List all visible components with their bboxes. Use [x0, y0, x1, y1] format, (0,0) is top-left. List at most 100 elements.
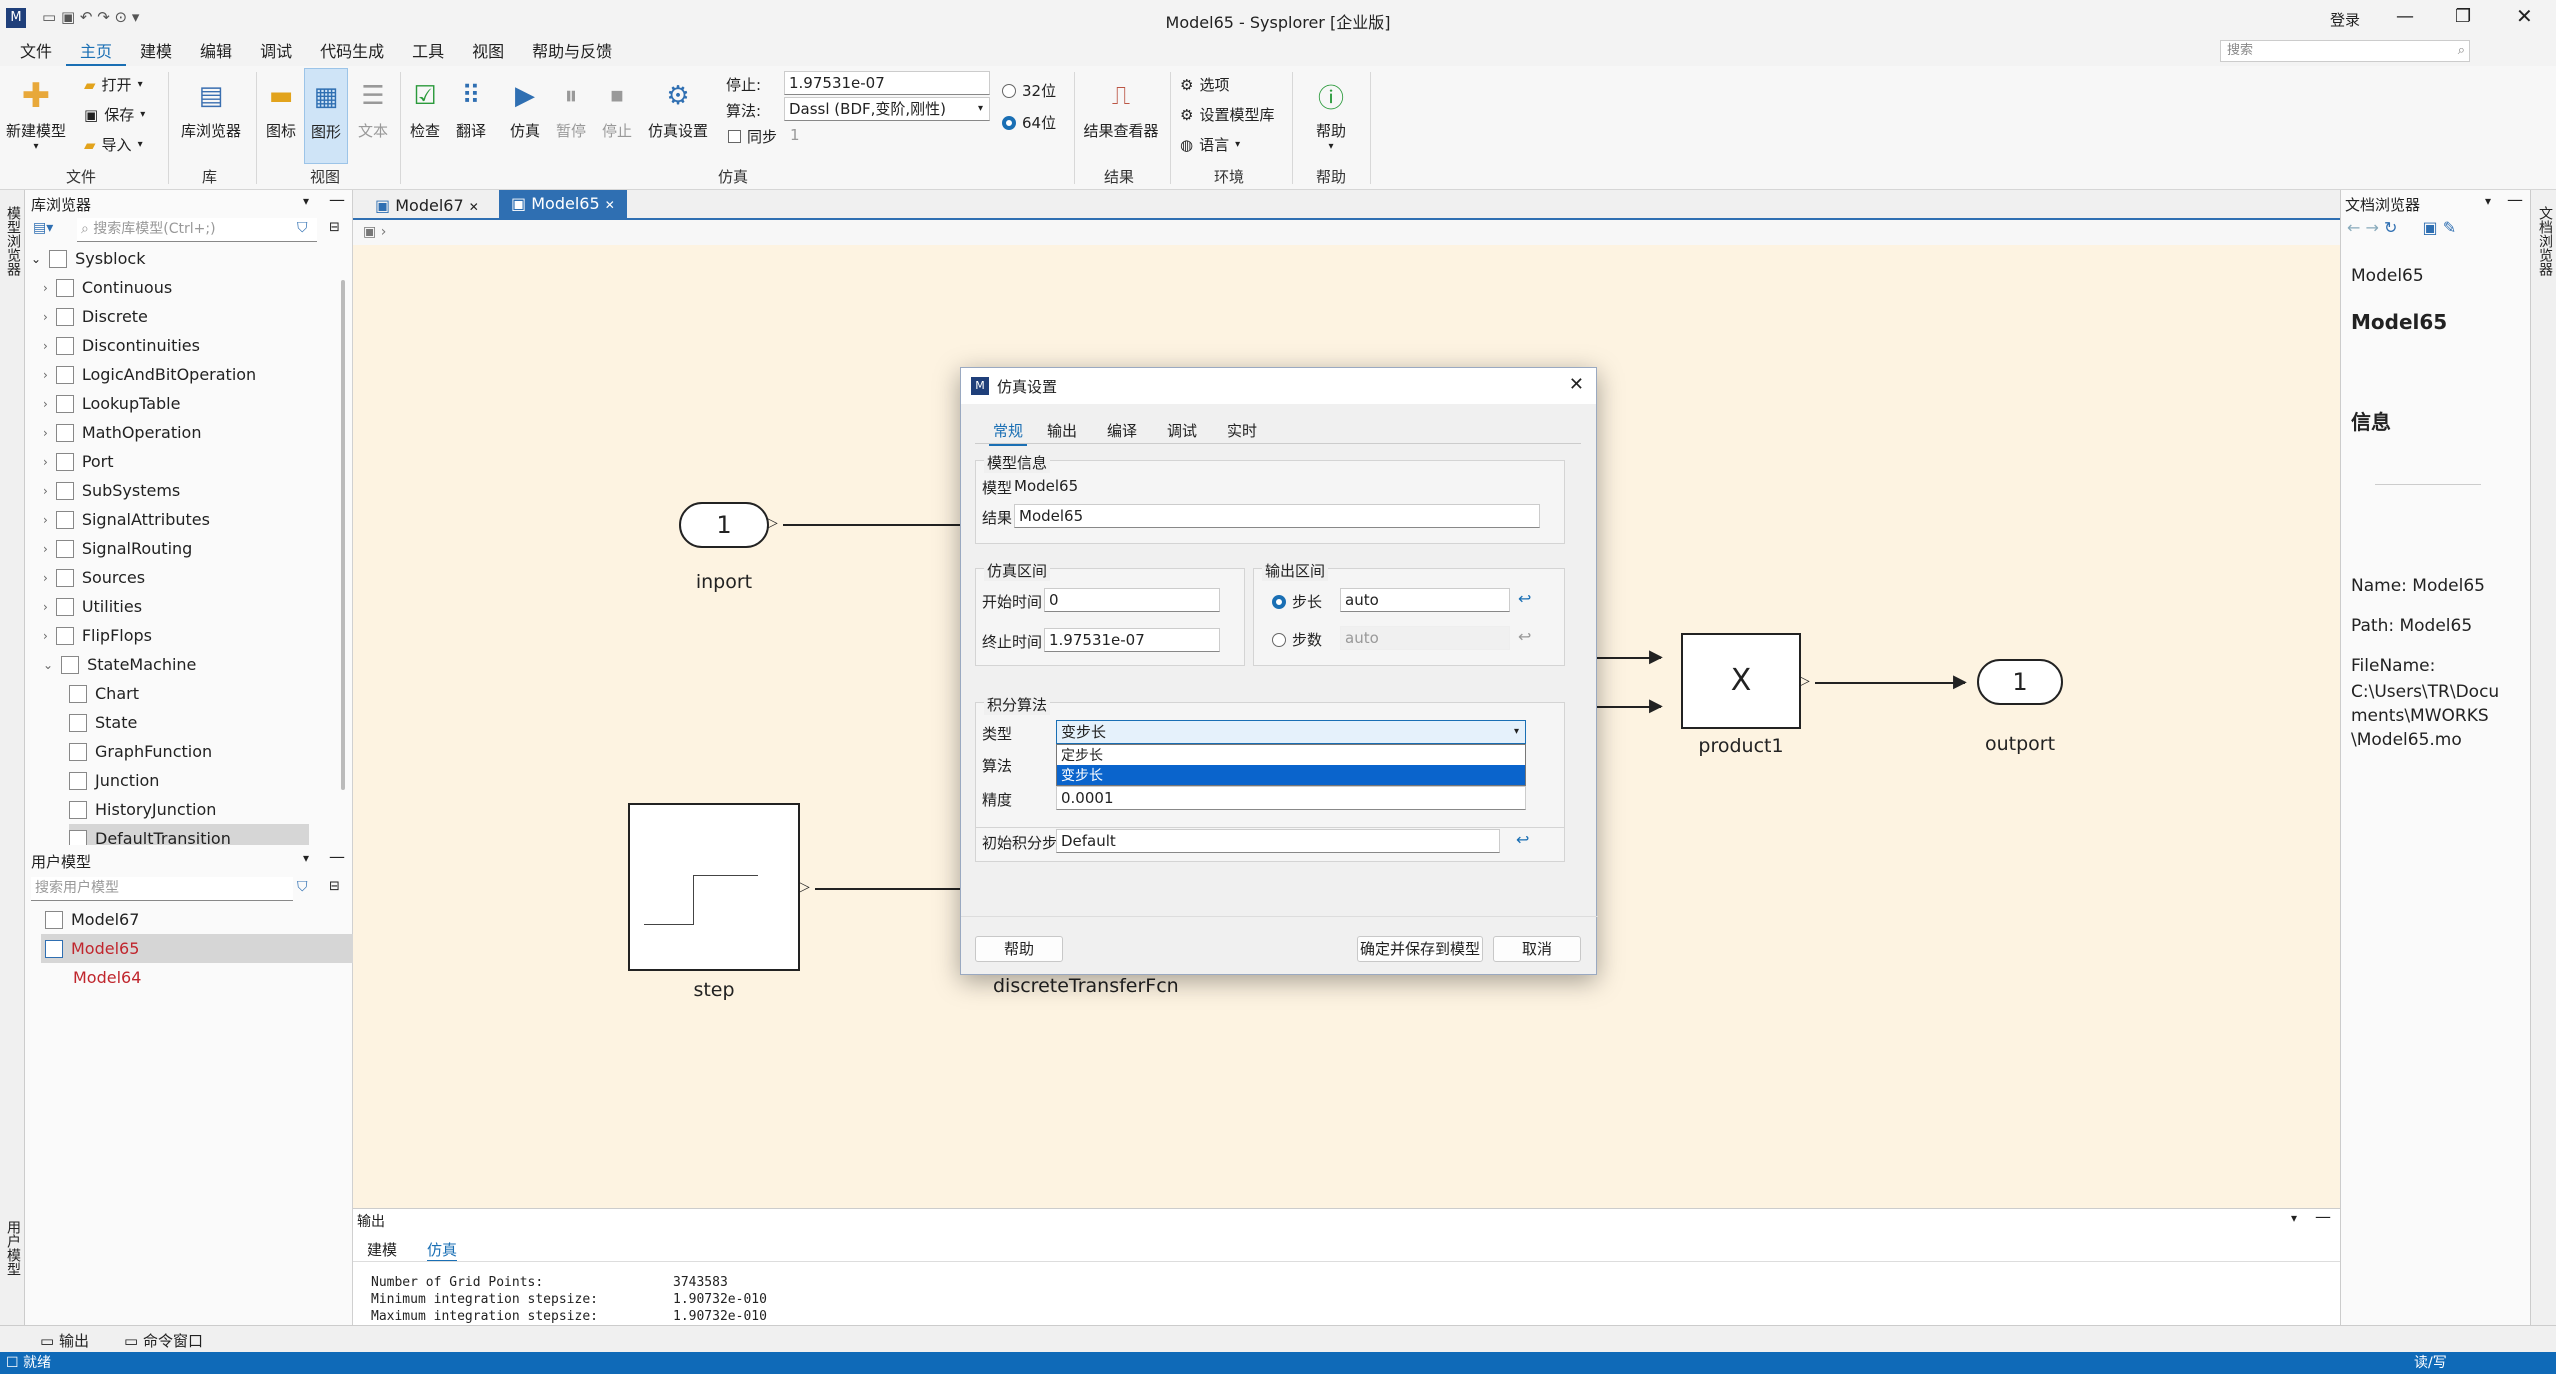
- panel-minimize-icon[interactable]: —: [329, 190, 345, 209]
- init-step-input[interactable]: Default: [1056, 829, 1500, 853]
- dropdown-option[interactable]: 定步长: [1057, 745, 1525, 765]
- translate-button[interactable]: ⠿ 翻译: [450, 78, 492, 141]
- user-model-item-selected[interactable]: Model65: [41, 934, 353, 963]
- close-icon[interactable]: ✕: [605, 198, 615, 212]
- simulate-button[interactable]: ▶ 仿真: [504, 78, 546, 141]
- user-model-item[interactable]: Model64: [73, 963, 141, 992]
- tab-home[interactable]: 主页: [66, 38, 127, 66]
- doc-view-icon[interactable]: ▣: [2423, 218, 2438, 237]
- stop-button[interactable]: ⏹ 停止: [596, 78, 638, 141]
- output-tab-modeling[interactable]: 建模: [367, 1239, 397, 1260]
- tree-item[interactable]: › MathOperation: [43, 418, 201, 447]
- start-time-input[interactable]: 0: [1044, 588, 1220, 612]
- product-block[interactable]: X: [1681, 633, 1801, 729]
- tree-item[interactable]: ⌄ StateMachine: [43, 650, 196, 679]
- panel-minimize-icon[interactable]: —: [2315, 1207, 2331, 1226]
- connection-line[interactable]: [783, 524, 973, 526]
- tree-item[interactable]: GraphFunction: [69, 737, 212, 766]
- lib-search[interactable]: ⌕ 搜索库模型(Ctrl+;): [77, 218, 317, 242]
- tree-item[interactable]: › LookupTable: [43, 389, 180, 418]
- check-button[interactable]: ☑ 检查: [404, 78, 446, 141]
- result-viewer-button[interactable]: ⎍ 结果查看器: [1080, 78, 1162, 141]
- panel-menu-icon[interactable]: ▾: [2485, 194, 2491, 208]
- tab-model67[interactable]: ▣ Model67 ✕: [367, 194, 487, 220]
- text-view-button[interactable]: ☰ 文本: [352, 78, 394, 141]
- user-search-input[interactable]: 搜索用户模型: [35, 880, 119, 896]
- tree-item[interactable]: Junction: [69, 766, 159, 795]
- close-icon[interactable]: ✕: [1569, 374, 1584, 395]
- tree-item[interactable]: › Port: [43, 447, 114, 476]
- dialog-tab-debug[interactable]: 调试: [1167, 420, 1197, 441]
- tree-item[interactable]: › Continuous: [43, 273, 172, 302]
- minimize-icon[interactable]: —: [2396, 6, 2414, 27]
- dialog-help-button[interactable]: 帮助: [975, 936, 1063, 962]
- result-input[interactable]: Model65: [1014, 504, 1540, 528]
- step-size-input[interactable]: auto: [1340, 588, 1510, 612]
- reset-icon[interactable]: ↩: [1518, 627, 1531, 646]
- close-window-icon[interactable]: ✕: [2516, 4, 2533, 28]
- tab-model65[interactable]: ▣ Model65 ✕: [499, 190, 627, 220]
- tab-file[interactable]: 文件: [6, 38, 66, 66]
- tree-item[interactable]: Chart: [69, 679, 139, 708]
- icon-view-button[interactable]: ▬ 图标: [260, 78, 302, 141]
- lib-browser-button[interactable]: ▤ 库浏览器: [176, 78, 246, 141]
- step-count-radio[interactable]: 步数: [1272, 629, 1322, 650]
- tab-debug[interactable]: 调试: [246, 38, 306, 66]
- options-button[interactable]: ⚙ 选项: [1180, 74, 1229, 95]
- dialog-tab-output[interactable]: 输出: [1047, 420, 1077, 441]
- inport-block[interactable]: 1: [679, 502, 769, 548]
- refresh-icon[interactable]: ↻: [2384, 218, 2397, 237]
- tree-item[interactable]: › SubSystems: [43, 476, 180, 505]
- tree-item[interactable]: › FlipFlops: [43, 621, 152, 650]
- login-link[interactable]: 登录: [2330, 9, 2360, 30]
- global-search[interactable]: 搜索 ⌕: [2220, 40, 2470, 62]
- step-count-input[interactable]: auto: [1340, 626, 1510, 650]
- ok-save-button[interactable]: 确定并保存到模型: [1357, 936, 1483, 962]
- outport-block[interactable]: 1: [1977, 659, 2063, 705]
- tree-item[interactable]: › Discontinuities: [43, 331, 200, 360]
- step-size-radio[interactable]: 步长: [1272, 591, 1322, 612]
- save-button[interactable]: ▣ 保存 ▾: [84, 104, 145, 125]
- model-browser-side-tab[interactable]: 模型浏览器: [3, 206, 23, 276]
- panel-menu-icon[interactable]: ▾: [303, 194, 309, 208]
- reset-icon[interactable]: ↩: [1516, 830, 1529, 849]
- panel-menu-icon[interactable]: ▾: [303, 851, 309, 865]
- tree-root-sysblock[interactable]: ⌄ Sysblock: [31, 244, 145, 273]
- language-button[interactable]: ◍ 语言 ▾: [1180, 134, 1240, 155]
- collapse-all-icon[interactable]: ⊟: [329, 220, 340, 235]
- tab-edit[interactable]: 编辑: [186, 38, 246, 66]
- tab-codegen[interactable]: 代码生成: [306, 38, 398, 66]
- search-icon[interactable]: ⌕: [2458, 41, 2465, 61]
- close-icon[interactable]: ✕: [469, 200, 479, 214]
- end-time-input[interactable]: 1.97531e-07: [1044, 628, 1220, 652]
- tab-view[interactable]: 视图: [458, 38, 518, 66]
- stop-time-input[interactable]: 1.97531e-07: [784, 71, 990, 95]
- edit-icon[interactable]: ✎: [2443, 218, 2456, 237]
- tree-item[interactable]: › Discrete: [43, 302, 148, 331]
- radio-64bit[interactable]: 64位: [1002, 112, 1056, 133]
- help-button[interactable]: ⓘ 帮助 ▾: [1300, 78, 1362, 153]
- step-block[interactable]: [628, 803, 800, 971]
- collapse-all-icon[interactable]: ⊟: [329, 879, 340, 894]
- user-search[interactable]: 搜索用户模型: [31, 877, 293, 901]
- tree-item[interactable]: State: [69, 708, 137, 737]
- diagram-view-button[interactable]: ▦ 图形: [304, 68, 348, 164]
- panel-minimize-icon[interactable]: —: [329, 847, 345, 866]
- global-search-input[interactable]: 搜索: [2227, 43, 2253, 58]
- filter-icon[interactable]: ⛉: [297, 879, 308, 895]
- algo-select[interactable]: Dassl (BDF,变阶,刚性) ▾: [784, 97, 990, 121]
- radio-32bit[interactable]: 32位: [1002, 80, 1056, 101]
- tree-item[interactable]: › Utilities: [43, 592, 142, 621]
- tab-modeling[interactable]: 建模: [126, 38, 186, 66]
- import-button[interactable]: ▰ 导入 ▾: [84, 134, 143, 155]
- open-button[interactable]: ▰ 打开 ▾: [84, 74, 143, 95]
- dialog-tab-realtime[interactable]: 实时: [1227, 420, 1257, 441]
- tree-scrollbar[interactable]: [341, 280, 345, 790]
- new-model-button[interactable]: ✚ 新建模型 ▾: [6, 76, 66, 152]
- connection-line[interactable]: [815, 888, 975, 890]
- filter-icon[interactable]: ⛉: [297, 220, 308, 236]
- tree-item[interactable]: HistoryJunction: [69, 795, 216, 824]
- back-icon[interactable]: ←: [2347, 218, 2360, 237]
- bottom-tab-output[interactable]: ▭ 输出: [40, 1330, 89, 1351]
- sim-settings-button[interactable]: ⚙ 仿真设置: [644, 78, 712, 141]
